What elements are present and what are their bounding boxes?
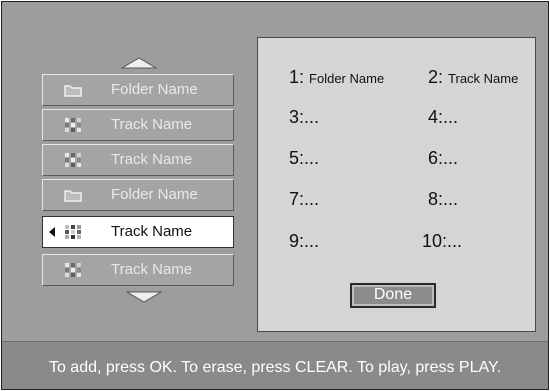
track-icon bbox=[65, 153, 81, 167]
list-item-label: Track Name bbox=[111, 151, 193, 168]
program-slot-6[interactable]: 6:... bbox=[428, 148, 458, 169]
chevron-up-icon[interactable] bbox=[121, 57, 157, 69]
slot-number: 6: bbox=[428, 148, 444, 168]
track-icon bbox=[65, 263, 81, 277]
hint-bar: To add, press OK. To erase, press CLEAR.… bbox=[2, 341, 548, 389]
folder-icon bbox=[64, 85, 82, 97]
slot-name: ... bbox=[443, 107, 459, 127]
list-item[interactable]: Folder Name bbox=[42, 74, 234, 106]
instruction-text: To add, press OK. To erase, press CLEAR.… bbox=[48, 359, 502, 376]
slot-name: ... bbox=[443, 148, 459, 168]
program-slot-2[interactable]: 2: Track Name bbox=[428, 67, 518, 88]
track-icon bbox=[65, 118, 81, 132]
slot-name: ... bbox=[447, 231, 463, 251]
track-icon bbox=[65, 225, 81, 239]
slot-number: 3: bbox=[289, 107, 305, 127]
slot-number: 5: bbox=[289, 148, 305, 168]
list-item-label: Folder Name bbox=[111, 81, 198, 98]
list-item[interactable]: Track Name bbox=[42, 109, 234, 141]
slot-number: 4: bbox=[428, 107, 444, 127]
folder-icon bbox=[64, 190, 82, 202]
list-item-label: Track Name bbox=[111, 116, 193, 133]
pointer-left-icon bbox=[49, 227, 55, 237]
slot-number: 1: bbox=[289, 67, 305, 87]
program-slot-4[interactable]: 4:... bbox=[428, 107, 458, 128]
list-item-label: Track Name bbox=[111, 223, 193, 240]
list-item-label: Folder Name bbox=[111, 186, 198, 203]
slot-name: ... bbox=[304, 148, 320, 168]
slot-number: 2: bbox=[428, 67, 444, 87]
slot-name: ... bbox=[443, 189, 459, 209]
program-slot-10[interactable]: 10:... bbox=[422, 231, 462, 252]
done-button[interactable]: Done bbox=[350, 283, 436, 308]
slot-name: ... bbox=[304, 231, 320, 251]
list-item-selected[interactable]: Track Name bbox=[42, 216, 234, 248]
list-item[interactable]: Track Name bbox=[42, 254, 234, 286]
list-item[interactable]: Folder Name bbox=[42, 179, 234, 211]
program-slot-8[interactable]: 8:... bbox=[428, 189, 458, 210]
slot-number: 10: bbox=[422, 231, 448, 251]
program-slot-3[interactable]: 3:... bbox=[289, 107, 319, 128]
slot-name: Track Name bbox=[448, 71, 519, 86]
list-item[interactable]: Track Name bbox=[42, 144, 234, 176]
slot-name: ... bbox=[304, 189, 320, 209]
slot-number: 8: bbox=[428, 189, 444, 209]
program-slot-9[interactable]: 9:... bbox=[289, 231, 319, 252]
program-slot-1[interactable]: 1: Folder Name bbox=[289, 67, 384, 88]
chevron-down-icon[interactable] bbox=[126, 291, 162, 303]
program-slot-7[interactable]: 7:... bbox=[289, 189, 319, 210]
slot-number: 9: bbox=[289, 231, 305, 251]
slot-name: Folder Name bbox=[309, 71, 385, 86]
slot-name: ... bbox=[304, 107, 320, 127]
program-slot-5[interactable]: 5:... bbox=[289, 148, 319, 169]
slot-number: 7: bbox=[289, 189, 305, 209]
list-item-label: Track Name bbox=[111, 261, 193, 278]
program-screen: Folder Name Track Name Track Name Folder… bbox=[1, 1, 549, 390]
